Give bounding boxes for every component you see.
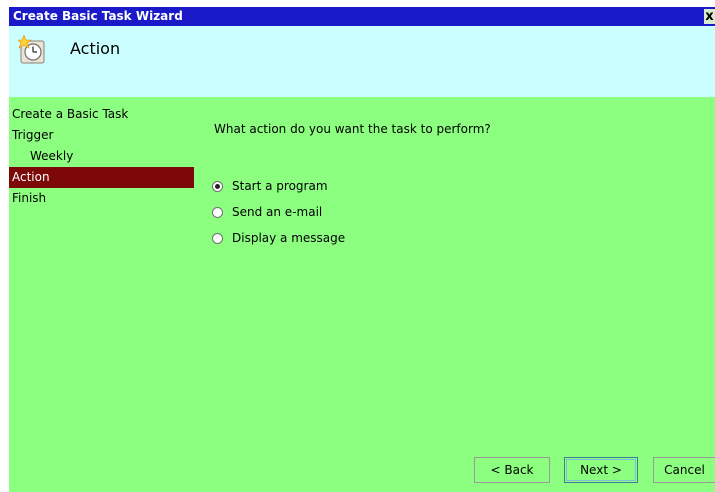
cancel-button[interactable]: Cancel bbox=[653, 457, 715, 483]
next-button-label: Next > bbox=[566, 459, 636, 481]
nav-item-action[interactable]: Action bbox=[9, 167, 194, 188]
next-button[interactable]: Next > bbox=[564, 457, 638, 483]
option-start-program[interactable]: Start a program bbox=[212, 173, 345, 199]
wizard-window: Create Basic Task Wizard x Action Create… bbox=[9, 7, 715, 492]
close-button[interactable]: x bbox=[704, 9, 715, 24]
nav-item-create-basic-task[interactable]: Create a Basic Task bbox=[9, 104, 194, 125]
radio-display-message[interactable] bbox=[212, 232, 223, 244]
action-question: What action do you want the task to perf… bbox=[214, 122, 491, 136]
title-bar[interactable]: Create Basic Task Wizard x bbox=[9, 7, 715, 26]
option-label: Display a message bbox=[232, 231, 346, 245]
window-title: Create Basic Task Wizard bbox=[13, 9, 183, 23]
radio-send-email[interactable] bbox=[212, 206, 223, 218]
option-label: Start a program bbox=[232, 179, 328, 193]
wizard-steps-nav: Create a Basic Task Trigger Weekly Actio… bbox=[9, 104, 194, 209]
wizard-header: Action bbox=[9, 26, 715, 97]
nav-item-finish[interactable]: Finish bbox=[9, 188, 194, 209]
back-button[interactable]: < Back bbox=[474, 457, 550, 483]
option-label: Send an e-mail bbox=[232, 205, 323, 219]
radio-start-program[interactable] bbox=[212, 180, 223, 192]
task-scheduler-clock-icon bbox=[18, 35, 45, 64]
page-title: Action bbox=[70, 39, 121, 58]
nav-item-weekly[interactable]: Weekly bbox=[9, 146, 194, 167]
option-display-message[interactable]: Display a message bbox=[212, 225, 345, 251]
nav-item-trigger[interactable]: Trigger bbox=[9, 125, 194, 146]
option-send-email[interactable]: Send an e-mail bbox=[212, 199, 345, 225]
action-options: Start a program Send an e-mail Display a… bbox=[212, 173, 345, 251]
